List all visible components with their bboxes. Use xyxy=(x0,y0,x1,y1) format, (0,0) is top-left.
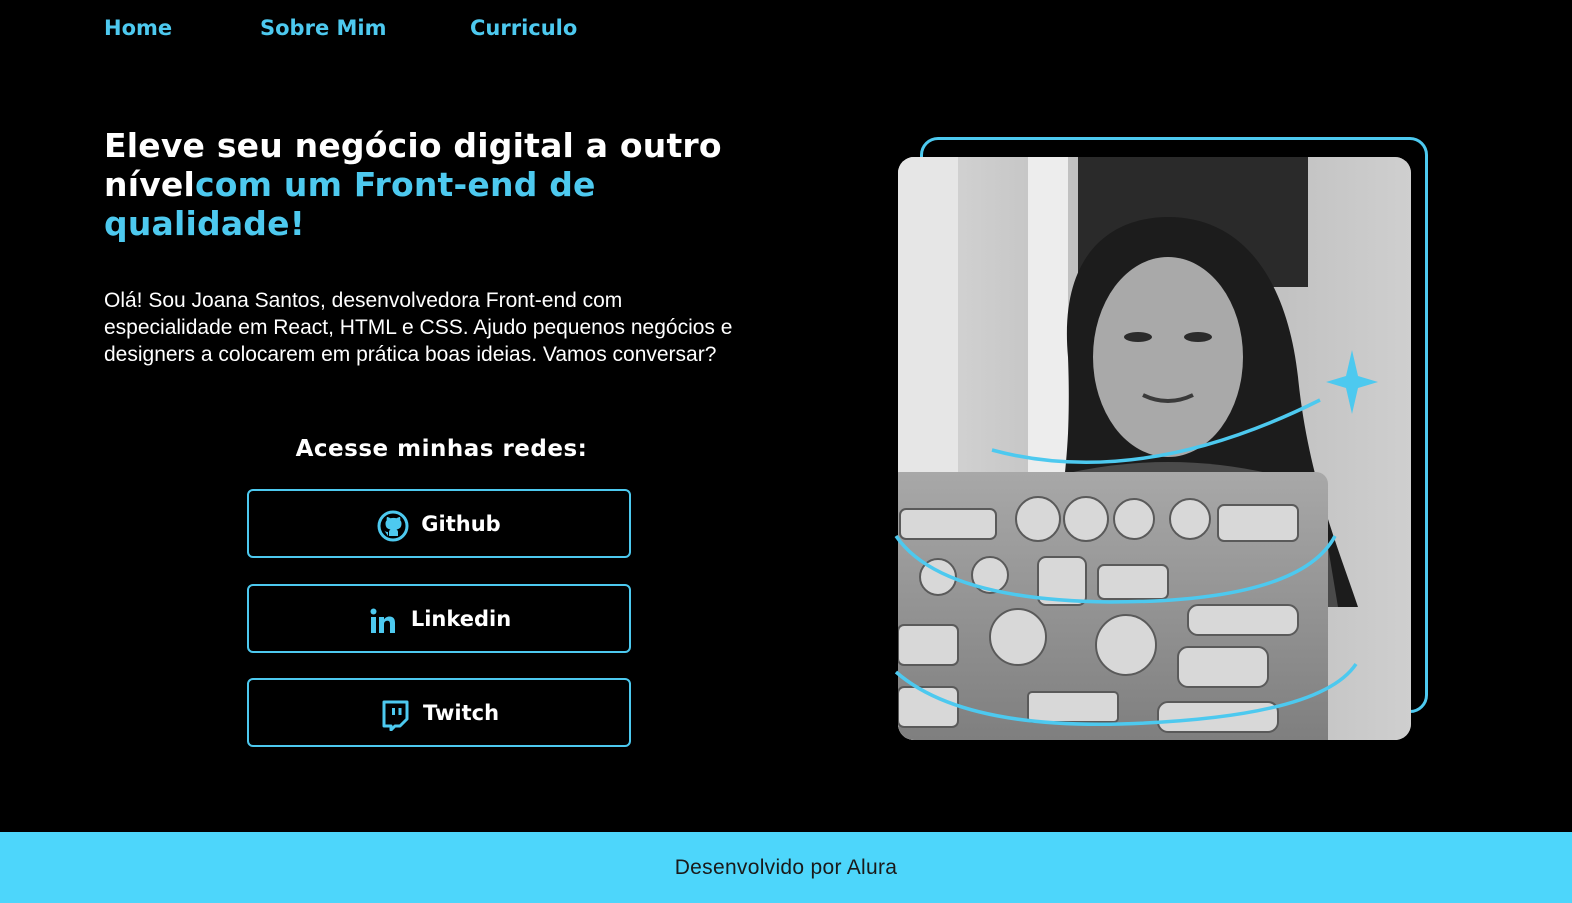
github-button[interactable]: Github xyxy=(247,489,631,558)
linkedin-label: Linkedin xyxy=(410,606,512,631)
github-label: Github xyxy=(421,511,501,536)
twitch-icon xyxy=(379,699,411,731)
footer: Desenvolvido por Alura xyxy=(0,832,1572,903)
hero-description: Olá! Sou Joana Santos, desenvolvedora Fr… xyxy=(104,289,733,366)
social-title: Acesse minhas redes: xyxy=(295,436,588,462)
footer-text: Desenvolvido por Alura xyxy=(674,855,898,879)
hero-title: Eleve seu negócio digital a outro nívelc… xyxy=(104,126,804,243)
nav-link-sobre-mim[interactable]: Sobre Mim xyxy=(260,16,470,40)
twitch-label: Twitch xyxy=(422,700,500,725)
linkedin-button[interactable]: Linkedin xyxy=(247,584,631,653)
profile-photo xyxy=(898,157,1411,740)
github-icon xyxy=(377,510,409,542)
nav-link-home[interactable]: Home xyxy=(104,16,260,40)
twitch-button[interactable]: Twitch xyxy=(247,678,631,747)
linkedin-icon xyxy=(367,605,399,637)
main-nav: Home Sobre Mim Curriculo xyxy=(104,16,577,40)
nav-link-curriculo[interactable]: Curriculo xyxy=(470,16,577,40)
